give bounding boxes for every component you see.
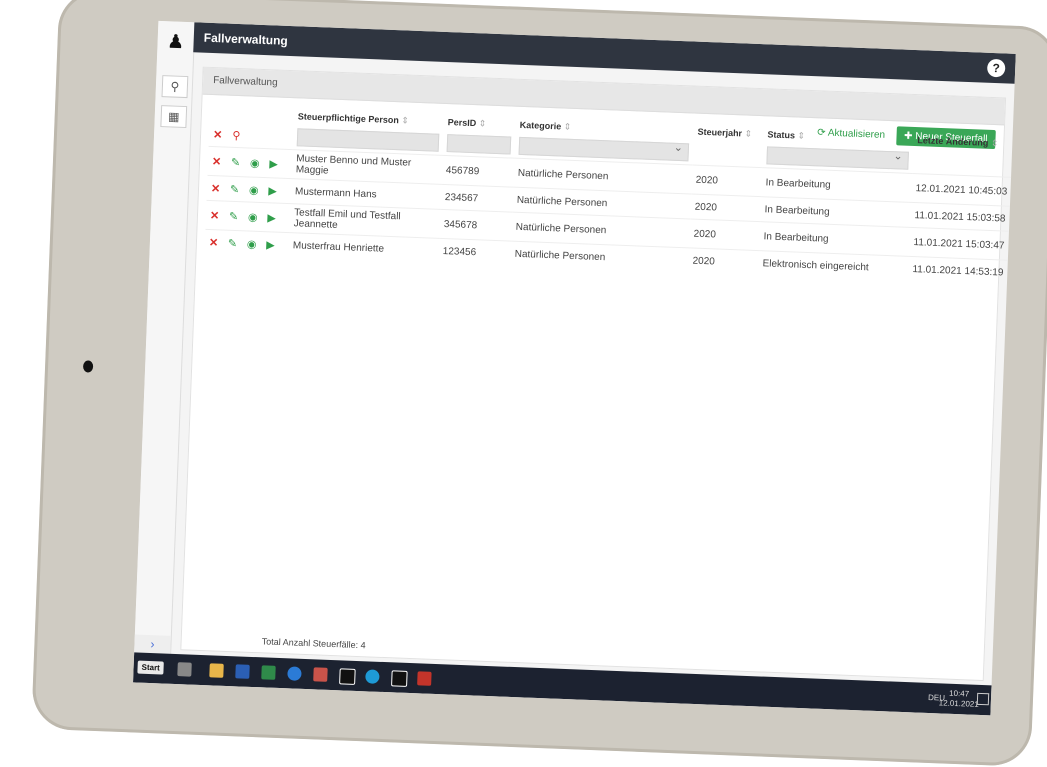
total-count: Total Anzahl Steuerfälle: 4 <box>261 636 366 651</box>
delete-icon[interactable]: ✕ <box>210 210 220 222</box>
play-icon[interactable]: ▶ <box>266 239 275 251</box>
view-icon[interactable]: ◉ <box>248 211 258 223</box>
camera-dot <box>82 360 94 373</box>
content-card: Fallverwaltung ⟳ Aktualisieren ✚ Neuer S… <box>180 66 1016 682</box>
app-logo-icon: ♟ <box>167 31 185 52</box>
excel-icon[interactable] <box>261 665 276 680</box>
cell-steuerjahr: 2020 <box>688 247 760 276</box>
search-icon[interactable]: ⚲ <box>161 75 189 99</box>
internet-explorer-icon[interactable] <box>287 666 302 681</box>
pdf-icon[interactable] <box>417 671 432 686</box>
cell-persid: 234567 <box>440 184 514 213</box>
clear-filter-icon[interactable]: ✕ <box>213 129 223 141</box>
screen: ♟ ⚲ ▦ › Fallverwaltung ? Fallverwaltung … <box>133 20 1016 716</box>
cell-persid: 123456 <box>438 238 512 266</box>
search-icon[interactable]: ⚲ <box>232 129 241 141</box>
cell-steuerjahr: 2020 <box>691 164 763 197</box>
tax-app-icon[interactable] <box>339 668 356 685</box>
edge-icon[interactable] <box>365 669 380 684</box>
delete-icon[interactable]: ✕ <box>212 156 222 168</box>
filter-person-input[interactable] <box>296 128 440 152</box>
cell-aenderung: 11.01.2021 15:03:47 <box>908 227 1016 261</box>
app-title: Fallverwaltung <box>203 30 289 48</box>
sort-icon: ⇕ <box>990 137 999 148</box>
play-icon[interactable]: ▶ <box>269 158 278 170</box>
filter-status-select[interactable] <box>766 146 909 170</box>
sort-icon: ⇕ <box>797 130 806 141</box>
cell-steuerjahr: 2020 <box>689 218 761 251</box>
cell-person: Musterfrau Henriette <box>288 232 440 263</box>
filter-kategorie-select[interactable] <box>518 136 690 162</box>
play-icon[interactable]: ▶ <box>268 185 277 197</box>
cell-persid: 456789 <box>441 155 515 188</box>
edit-icon[interactable]: ✎ <box>231 156 241 168</box>
filter-persid-input[interactable] <box>446 134 512 155</box>
cell-persid: 345678 <box>439 209 513 242</box>
sort-icon: ⇕ <box>401 114 410 126</box>
expand-chevron-icon[interactable]: › <box>134 634 171 654</box>
notification-icon[interactable] <box>976 692 990 706</box>
edit-icon[interactable]: ✎ <box>229 210 239 222</box>
cases-table: Steuerpflichtige Person ⇕ PersID ⇕ Kateg… <box>204 104 1016 286</box>
view-icon[interactable]: ◉ <box>247 238 257 250</box>
help-icon[interactable]: ? <box>986 58 1006 78</box>
task-view-icon[interactable] <box>177 662 192 677</box>
delete-icon[interactable]: ✕ <box>209 237 219 249</box>
word-icon[interactable] <box>235 664 250 679</box>
edit-icon[interactable]: ✎ <box>228 237 238 249</box>
clock-date: 12.01.2021 <box>938 698 979 709</box>
cases-icon[interactable]: ▦ <box>160 105 188 129</box>
sort-icon: ⇕ <box>563 121 572 132</box>
tax-app-2-icon[interactable] <box>391 670 408 687</box>
delete-icon[interactable]: ✕ <box>211 183 221 195</box>
view-icon[interactable]: ◉ <box>250 157 260 169</box>
edit-icon[interactable]: ✎ <box>230 183 240 195</box>
cell-aenderung: 11.01.2021 14:53:19 <box>907 256 1016 286</box>
play-icon[interactable]: ▶ <box>267 212 276 224</box>
sort-icon: ⇕ <box>744 127 753 139</box>
cell-aenderung: 12.01.2021 10:45:03 <box>911 173 1016 207</box>
clock[interactable]: 10:47 12.01.2021 <box>939 688 980 710</box>
tablet-frame: ♟ ⚲ ▦ › Fallverwaltung ? Fallverwaltung … <box>31 0 1047 767</box>
cell-steuerjahr: 2020 <box>690 193 762 222</box>
start-button[interactable]: Start <box>137 660 165 675</box>
clock-time: 10:47 <box>948 688 970 699</box>
cell-status: Elektronisch eingereicht <box>758 250 909 281</box>
sort-icon: ⇕ <box>478 117 487 129</box>
file-explorer-icon[interactable] <box>209 663 224 678</box>
view-icon[interactable]: ◉ <box>249 184 259 196</box>
app-icon[interactable] <box>313 667 328 682</box>
breadcrumb-label: Fallverwaltung <box>212 75 278 89</box>
